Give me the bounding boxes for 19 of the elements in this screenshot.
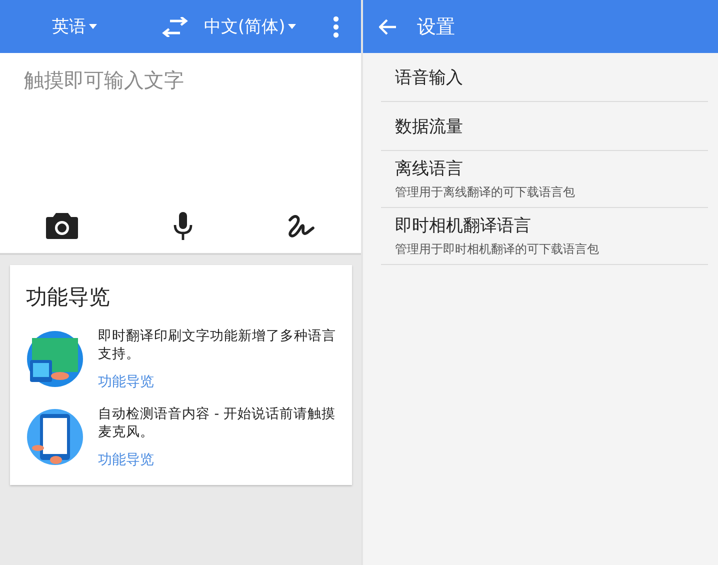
settings-item[interactable]: 语音输入 (381, 53, 708, 102)
phone-camera-illustration (26, 330, 84, 388)
source-language-dropdown[interactable]: 英语 (52, 15, 97, 38)
target-language-dropdown[interactable]: 中文(简体) (204, 15, 296, 38)
feature-description: 即时翻译印刷文字功能新增了多种语言支持。 (98, 327, 336, 363)
text-input-field[interactable]: 触摸即可输入文字 (0, 53, 361, 199)
settings-item[interactable]: 即时相机翻译语言 管理用于即时相机翻译的可下载语言包 (381, 208, 708, 265)
phone-microphone-illustration (26, 408, 84, 466)
settings-item[interactable]: 数据流量 (381, 102, 708, 151)
swap-icon[interactable] (162, 16, 188, 36)
microphone-icon[interactable] (172, 212, 192, 240)
handwriting-icon[interactable] (287, 214, 315, 238)
card-title: 功能导览 (26, 284, 111, 311)
settings-item[interactable]: 离线语言 管理用于离线翻译的可下载语言包 (381, 151, 708, 208)
feature-description: 自动检测语音内容 - 开始说话前请触摸麦克风。 (98, 405, 336, 441)
back-arrow-icon[interactable] (379, 18, 397, 34)
more-options-icon[interactable] (333, 16, 339, 38)
settings-title: 设置 (417, 14, 455, 40)
camera-icon[interactable] (46, 213, 78, 239)
